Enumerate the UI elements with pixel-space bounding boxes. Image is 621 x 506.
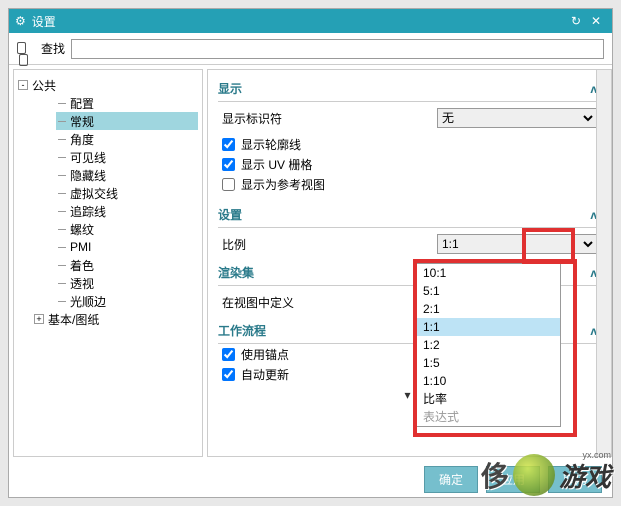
marker-select[interactable]: 无 <box>437 108 597 128</box>
close-icon[interactable]: ✕ <box>586 14 606 28</box>
dropdown-option[interactable]: 1:2 <box>417 336 560 354</box>
dropdown-option[interactable]: 比率 <box>417 390 560 408</box>
tree-item[interactable]: 透视 <box>56 274 198 292</box>
tree-item[interactable]: PMI <box>56 238 198 256</box>
checkbox-label: 显示 UV 栅格 <box>241 156 312 173</box>
dropdown-option[interactable]: 1:10 <box>417 372 560 390</box>
tree-item[interactable]: 光顺边 <box>56 292 198 310</box>
tree-node-basic[interactable]: + 基本/图纸 <box>34 310 198 328</box>
dropdown-option[interactable]: 1:1 <box>417 318 560 336</box>
checkbox-label: 显示轮廓线 <box>241 136 301 153</box>
tree-item[interactable]: 可见线 <box>56 148 198 166</box>
checkbox[interactable] <box>222 138 235 151</box>
tree-item[interactable]: 角度 <box>56 130 198 148</box>
dropdown-option[interactable]: 10:1 <box>417 264 560 282</box>
tree-node-public[interactable]: - 公共 <box>18 76 198 94</box>
checkbox[interactable] <box>222 368 235 381</box>
nav-tree: - 公共 配置常规角度可见线隐藏线虚拟交线追踪线螺纹PMI着色透视光顺边 + 基… <box>13 69 203 457</box>
checkbox-label: 使用锚点 <box>241 346 289 363</box>
dropdown-option[interactable]: 1:5 <box>417 354 560 372</box>
gear-icon: ⚙ <box>15 14 26 28</box>
scale-label: 比例 <box>218 236 437 253</box>
scale-select[interactable]: 1:1 <box>437 234 597 254</box>
tree-item[interactable]: 配置 <box>56 94 198 112</box>
binoculars-icon <box>17 42 35 56</box>
checkbox-label: 自动更新 <box>241 366 289 383</box>
tree-item[interactable]: 虚拟交线 <box>56 184 198 202</box>
checkbox[interactable] <box>222 158 235 171</box>
section-renderset-title: 渲染集 <box>218 264 254 281</box>
dropdown-option[interactable]: 2:1 <box>417 300 560 318</box>
section-settings-title: 设置 <box>218 206 242 223</box>
tree-item[interactable]: 着色 <box>56 256 198 274</box>
search-input[interactable] <box>71 39 604 59</box>
scale-dropdown-list[interactable]: 10:15:12:11:11:21:51:10比率表达式 <box>416 263 561 427</box>
checkbox[interactable] <box>222 348 235 361</box>
marker-label: 显示标识符 <box>218 110 437 127</box>
ok-button[interactable]: 确定 <box>424 466 478 493</box>
tree-item[interactable]: 螺纹 <box>56 220 198 238</box>
dropdown-option[interactable]: 5:1 <box>417 282 560 300</box>
tree-item[interactable]: 隐藏线 <box>56 166 198 184</box>
expand-icon[interactable]: + <box>34 314 44 324</box>
checkbox[interactable] <box>222 178 235 191</box>
cancel-button[interactable]: 取消 <box>548 466 602 493</box>
vertical-scrollbar[interactable] <box>596 69 612 457</box>
collapse-icon[interactable]: - <box>18 80 28 90</box>
tree-item[interactable]: 追踪线 <box>56 202 198 220</box>
tree-item[interactable]: 常规 <box>56 112 198 130</box>
section-display-title: 显示 <box>218 80 242 97</box>
dialog-title: 设置 <box>32 13 566 30</box>
apply-button[interactable]: 应用 <box>486 466 540 493</box>
checkbox-label: 显示为参考视图 <box>241 176 325 193</box>
refresh-icon[interactable]: ↻ <box>566 14 586 28</box>
search-label: 查找 <box>41 40 65 57</box>
dropdown-option[interactable]: 表达式 <box>417 408 560 426</box>
section-workflow-title: 工作流程 <box>218 322 266 339</box>
